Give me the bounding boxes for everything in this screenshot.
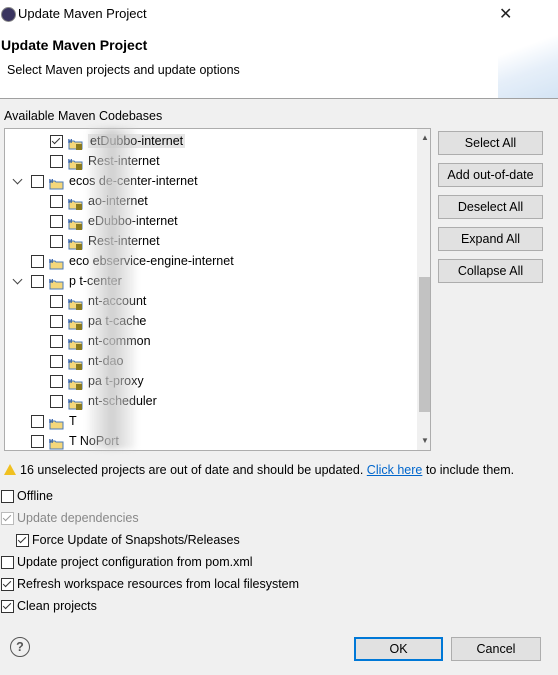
checkbox[interactable]: [1, 512, 14, 526]
page-subtitle: Select Maven projects and update options: [7, 63, 240, 77]
tree-label: Available Maven Codebases: [4, 109, 163, 123]
option-label: Refresh workspace resources from local f…: [17, 577, 300, 591]
tree-item-label: T: [69, 414, 77, 428]
svg-text:M: M: [49, 179, 53, 185]
option-checkbox[interactable]: Clean projects: [1, 596, 97, 616]
option-label: Clean projects: [17, 599, 97, 613]
cancel-button[interactable]: Cancel: [451, 637, 541, 661]
chevron-down-icon[interactable]: [12, 274, 23, 285]
checkbox[interactable]: [16, 534, 29, 548]
tree-item-checkbox[interactable]: [50, 395, 63, 409]
help-icon[interactable]: ?: [10, 637, 30, 657]
option-label: Force Update of Snapshots/Releases: [32, 533, 240, 547]
svg-text:M: M: [49, 259, 53, 265]
maven-module-icon: M: [68, 376, 84, 390]
maven-module-icon: M: [68, 156, 84, 170]
deselect-all-button[interactable]: Deselect All: [438, 195, 543, 219]
svg-text:M: M: [68, 199, 72, 205]
warning-suffix: to include them.: [425, 463, 515, 477]
maven-module-icon: M: [68, 336, 84, 350]
scroll-up-icon[interactable]: ▲: [421, 133, 429, 142]
svg-text:M: M: [68, 219, 72, 225]
expand-all-button[interactable]: Expand All: [438, 227, 543, 251]
maven-project-folder-icon: M: [49, 176, 65, 190]
select-all-button[interactable]: Select All: [438, 131, 543, 155]
svg-text:M: M: [68, 399, 72, 405]
scroll-down-icon[interactable]: ▼: [421, 436, 429, 445]
maven-module-icon: M: [68, 136, 84, 150]
tree-item-checkbox[interactable]: [31, 175, 44, 189]
tree-item-checkbox[interactable]: [50, 235, 63, 249]
warning-row: 16 unselected projects are out of date a…: [4, 463, 514, 477]
maven-module-icon: M: [68, 196, 84, 210]
checkbox[interactable]: [1, 578, 14, 592]
tree-item-checkbox[interactable]: [50, 295, 63, 309]
option-checkbox[interactable]: Offline: [1, 486, 53, 506]
add-out-of-date-button[interactable]: Add out-of-date: [438, 163, 543, 187]
tree-item-checkbox[interactable]: [31, 415, 44, 429]
tree-item-checkbox[interactable]: [50, 215, 63, 229]
svg-text:M: M: [68, 339, 72, 345]
option-checkbox[interactable]: Refresh workspace resources from local f…: [1, 574, 299, 594]
tree-item[interactable]: MT: [31, 411, 77, 431]
eclipse-icon: [1, 7, 16, 22]
svg-text:M: M: [49, 279, 53, 285]
tree-item-checkbox[interactable]: [31, 435, 44, 449]
option-label: Update project configuration from pom.xm…: [17, 555, 253, 569]
warning-icon: [4, 464, 16, 475]
option-label: Update dependencies: [17, 511, 139, 525]
close-icon[interactable]: ✕: [499, 4, 512, 24]
option-checkbox[interactable]: Update dependencies: [1, 508, 139, 528]
tree-item-checkbox[interactable]: [50, 155, 63, 169]
click-here-link[interactable]: Click here: [367, 463, 423, 477]
header-banner-image: [498, 28, 558, 98]
svg-text:M: M: [49, 439, 53, 445]
option-checkbox[interactable]: Update project configuration from pom.xm…: [1, 552, 253, 572]
svg-text:M: M: [68, 139, 72, 145]
checkbox[interactable]: [1, 556, 14, 570]
maven-module-icon: M: [68, 296, 84, 310]
tree-item-checkbox[interactable]: [50, 135, 63, 149]
maven-project-folder-icon: M: [49, 436, 65, 450]
window-title: Update Maven Project: [18, 6, 147, 21]
ok-button[interactable]: OK: [354, 637, 443, 661]
redaction-blur: [88, 128, 136, 449]
maven-module-icon: M: [68, 236, 84, 250]
wizard-header: Update Maven Project Select Maven projec…: [0, 28, 558, 99]
svg-text:M: M: [49, 419, 53, 425]
scrollbar-thumb[interactable]: [419, 277, 430, 412]
option-label: Offline: [17, 489, 53, 503]
title-bar: Update Maven Project ✕: [0, 0, 558, 28]
codebase-tree[interactable]: MetDubbo-internetMRest-internetMecos de-…: [4, 128, 431, 451]
svg-text:M: M: [68, 359, 72, 365]
maven-project-folder-icon: M: [49, 416, 65, 430]
warning-text: 16 unselected projects are out of date a…: [20, 463, 364, 477]
maven-project-folder-icon: M: [49, 276, 65, 290]
collapse-all-button[interactable]: Collapse All: [438, 259, 543, 283]
tree-item-checkbox[interactable]: [50, 375, 63, 389]
svg-text:M: M: [68, 379, 72, 385]
svg-text:M: M: [68, 239, 72, 245]
svg-text:M: M: [68, 319, 72, 325]
tree-item-checkbox[interactable]: [50, 315, 63, 329]
tree-item-checkbox[interactable]: [31, 275, 44, 289]
checkbox[interactable]: [1, 490, 14, 504]
chevron-down-icon[interactable]: [12, 174, 23, 185]
tree-item-checkbox[interactable]: [50, 335, 63, 349]
maven-module-icon: M: [68, 356, 84, 370]
maven-project-folder-icon: M: [49, 256, 65, 270]
svg-text:M: M: [68, 159, 72, 165]
maven-module-icon: M: [68, 316, 84, 330]
option-checkbox[interactable]: Force Update of Snapshots/Releases: [16, 530, 240, 550]
tree-item-checkbox[interactable]: [50, 355, 63, 369]
page-title: Update Maven Project: [1, 37, 148, 53]
maven-module-icon: M: [68, 396, 84, 410]
tree-item-checkbox[interactable]: [31, 255, 44, 269]
maven-module-icon: M: [68, 216, 84, 230]
tree-item-checkbox[interactable]: [50, 195, 63, 209]
svg-text:M: M: [68, 299, 72, 305]
checkbox[interactable]: [1, 600, 14, 614]
